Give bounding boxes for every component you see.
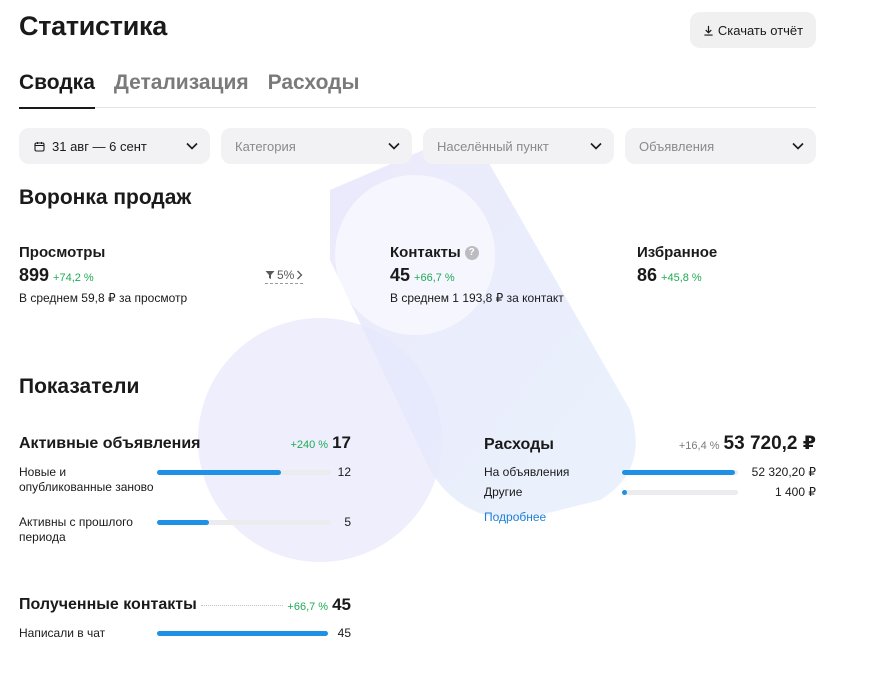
row-label: На объявления bbox=[484, 465, 570, 479]
row-value: 1 400 ₽ bbox=[775, 485, 816, 499]
statistics-page: Статистика Скачать отчёт Сводка Детализа… bbox=[0, 0, 874, 675]
favorites-label: Избранное bbox=[637, 244, 718, 261]
row-label: Другие bbox=[484, 485, 523, 499]
chevron-right-icon bbox=[297, 270, 303, 280]
chevron-down-icon bbox=[590, 142, 602, 150]
expenses-total: 53 720,2 ₽ bbox=[723, 433, 816, 454]
expenses-row-other: Другие 1 400 ₽ bbox=[484, 485, 816, 500]
progress-bar bbox=[157, 520, 331, 525]
funnel-icon bbox=[265, 271, 275, 279]
tab-expenses[interactable]: Расходы bbox=[268, 70, 360, 108]
contacts-received-delta: +66,7 % bbox=[287, 601, 329, 613]
progress-bar bbox=[157, 631, 328, 636]
progress-fill bbox=[157, 470, 281, 475]
tab-summary[interactable]: Сводка bbox=[19, 70, 95, 109]
funnel-title: Воронка продаж bbox=[19, 186, 192, 209]
page-title: Статистика bbox=[19, 11, 167, 41]
dotted-leader bbox=[200, 604, 284, 606]
expenses-row-ads: На объявления 52 320,20 ₽ bbox=[484, 465, 816, 480]
active-ads-delta: +240 % bbox=[290, 439, 329, 451]
indicators-title: Показатели bbox=[19, 375, 140, 398]
progress-fill bbox=[622, 490, 627, 495]
row-label: Активны с прошлого периода bbox=[19, 515, 133, 544]
help-icon[interactable]: ? bbox=[464, 245, 479, 260]
progress-bar bbox=[622, 490, 738, 495]
tab-details[interactable]: Детализация bbox=[114, 70, 249, 108]
filter-bar: 31 авг — 6 сент Категория Населённый пун… bbox=[19, 128, 816, 164]
contacts-label: Контакты bbox=[390, 244, 461, 261]
funnel-favorites: Избранное 86 +45,8 % bbox=[637, 244, 717, 286]
tab-bar: Сводка Детализация Расходы bbox=[19, 70, 816, 109]
chevron-down-icon bbox=[792, 142, 804, 150]
active-ads-title: Активные объявления bbox=[19, 435, 201, 452]
contacts-average: В среднем 1 193,8 ₽ за контакт bbox=[390, 291, 564, 305]
expenses-delta: +16,4 % bbox=[678, 440, 720, 452]
progress-fill bbox=[157, 631, 328, 636]
funnel-contacts: Контакты ? 45 +66,7 % В среднем 1 193,8 … bbox=[390, 244, 564, 305]
active-ads-header: Активные объявления +240 % 17 bbox=[19, 433, 351, 453]
calendar-icon bbox=[34, 141, 45, 152]
ads-select[interactable]: Объявления bbox=[625, 128, 816, 164]
contacts-received-header: Полученные контакты +66,7 % 45 bbox=[19, 595, 351, 615]
row-value: 12 bbox=[337, 465, 351, 479]
progress-bar bbox=[157, 470, 331, 475]
row-value: 5 bbox=[344, 515, 351, 529]
date-range-value: 31 авг — 6 сент bbox=[52, 138, 147, 154]
progress-fill bbox=[622, 470, 735, 475]
active-ads-row-new: Новые и опубликованные заново 12 bbox=[19, 465, 351, 495]
progress-fill bbox=[157, 520, 210, 525]
row-label: Новые и опубликованные заново bbox=[19, 465, 154, 494]
ads-placeholder: Объявления bbox=[639, 138, 715, 154]
active-ads-row-prev: Активны с прошлого периода 5 bbox=[19, 515, 351, 545]
category-select[interactable]: Категория bbox=[221, 128, 412, 164]
contacts-row-chat: Написали в чат 45 bbox=[19, 626, 351, 641]
contacts-value: 45 bbox=[390, 265, 411, 285]
conversion-link[interactable]: 5% bbox=[265, 268, 304, 284]
expenses-more-link[interactable]: Подробнее bbox=[484, 510, 546, 524]
progress-bar bbox=[622, 470, 738, 475]
favorites-delta: +45,8 % bbox=[661, 272, 702, 284]
contacts-delta: +66,7 % bbox=[414, 272, 455, 284]
expenses-title: Расходы bbox=[484, 436, 554, 453]
category-placeholder: Категория bbox=[235, 138, 296, 154]
expenses-header: Расходы +16,4 % 53 720,2 ₽ bbox=[484, 432, 816, 455]
location-select[interactable]: Населённый пункт bbox=[423, 128, 614, 164]
contacts-received-title: Полученные контакты bbox=[19, 596, 197, 613]
views-average: В среднем 59,8 ₽ за просмотр bbox=[19, 291, 188, 305]
row-label: Написали в чат bbox=[19, 626, 106, 640]
active-ads-total: 17 bbox=[332, 433, 351, 452]
row-value: 45 bbox=[337, 626, 351, 640]
chevron-down-icon bbox=[388, 142, 400, 150]
location-placeholder: Населённый пункт bbox=[437, 138, 549, 154]
favorites-value: 86 bbox=[637, 265, 658, 285]
chevron-down-icon bbox=[186, 142, 198, 150]
date-range-select[interactable]: 31 авг — 6 сент bbox=[19, 128, 210, 164]
views-value: 899 bbox=[19, 265, 50, 285]
views-label: Просмотры bbox=[19, 244, 106, 261]
download-report-button[interactable]: Скачать отчёт bbox=[690, 12, 816, 48]
row-value: 52 320,20 ₽ bbox=[751, 465, 816, 479]
funnel-views: Просмотры 899 +74,2 % В среднем 59,8 ₽ з… bbox=[19, 244, 187, 305]
download-report-label: Скачать отчёт bbox=[717, 22, 804, 38]
download-icon bbox=[704, 25, 713, 36]
views-delta: +74,2 % bbox=[53, 272, 94, 284]
contacts-received-total: 45 bbox=[332, 595, 351, 614]
conversion-value: 5% bbox=[277, 268, 295, 282]
